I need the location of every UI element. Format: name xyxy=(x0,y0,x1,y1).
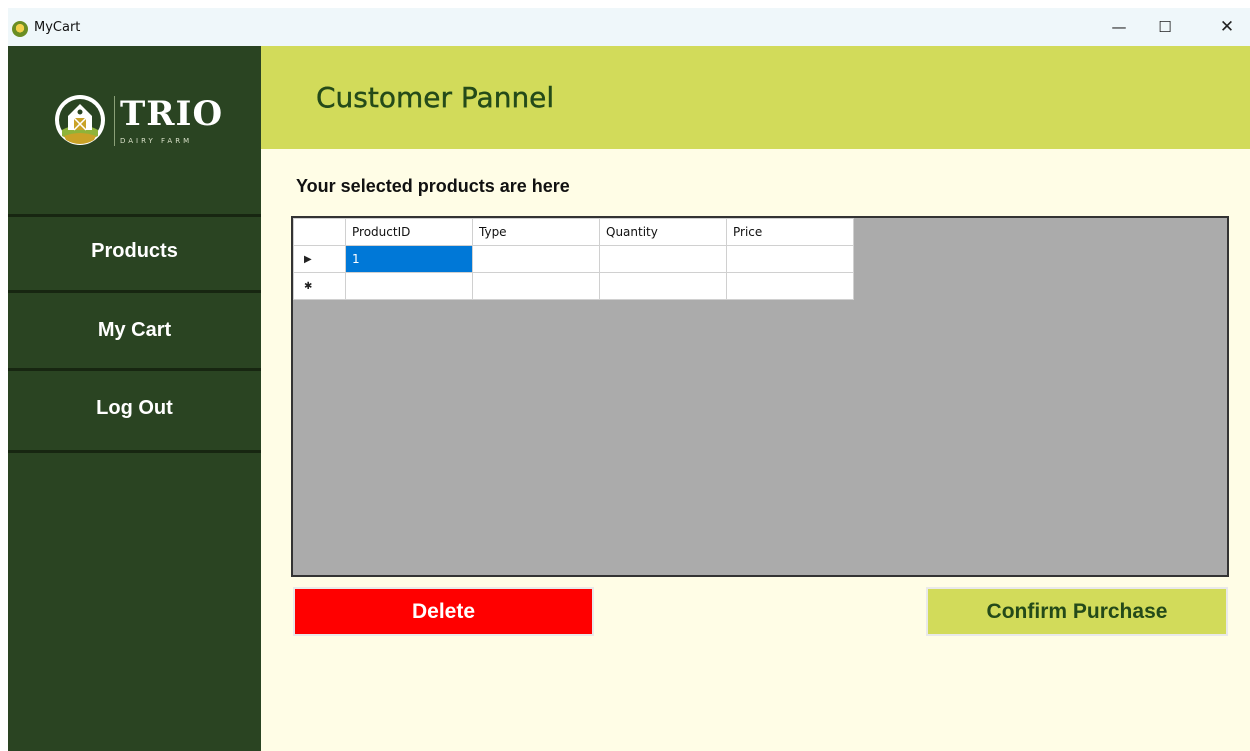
table-cell[interactable] xyxy=(726,272,854,300)
table-cell[interactable] xyxy=(726,245,854,273)
table-cell[interactable] xyxy=(472,245,600,273)
section-subtitle: Your selected products are here xyxy=(296,176,570,196)
sidebar: TRIO DAIRY FARM Products My Cart Log Out xyxy=(8,46,261,751)
cart-table: ProductID Type Quantity Price ▶ 1 ✱ xyxy=(293,218,854,300)
table-cell[interactable] xyxy=(599,272,727,300)
maximize-button[interactable]: ☐ xyxy=(1142,8,1188,46)
page-title: Customer Pannel xyxy=(316,81,555,114)
logo-divider xyxy=(114,96,115,146)
table-cell[interactable]: 1 xyxy=(345,245,473,273)
confirm-purchase-button[interactable]: Confirm Purchase xyxy=(926,587,1228,636)
table-cell[interactable] xyxy=(472,272,600,300)
table-cell[interactable] xyxy=(599,245,727,273)
table-header-row: ProductID Type Quantity Price xyxy=(293,218,854,246)
table-new-row[interactable]: ✱ xyxy=(293,272,854,300)
header-banner: Customer Pannel xyxy=(261,46,1250,149)
cart-data-grid[interactable]: ProductID Type Quantity Price ▶ 1 ✱ xyxy=(291,216,1229,577)
column-header-type[interactable]: Type xyxy=(472,218,600,246)
minimize-button[interactable]: — xyxy=(1096,8,1142,46)
column-header-productid[interactable]: ProductID xyxy=(345,218,473,246)
window-title: MyCart xyxy=(34,20,81,35)
delete-button[interactable]: Delete xyxy=(293,587,594,636)
grid-corner-cell[interactable] xyxy=(293,218,346,246)
nav-divider xyxy=(8,450,261,453)
table-cell[interactable] xyxy=(345,272,473,300)
table-row[interactable]: ▶ 1 xyxy=(293,245,854,273)
sidebar-item-my-cart[interactable]: My Cart xyxy=(8,292,261,368)
column-header-quantity[interactable]: Quantity xyxy=(599,218,727,246)
barn-logo-icon xyxy=(55,95,105,145)
title-bar[interactable]: MyCart — ☐ ✕ xyxy=(8,8,1250,46)
brand-name: TRIO xyxy=(120,94,224,134)
new-row-indicator[interactable]: ✱ xyxy=(293,272,346,300)
sidebar-item-products[interactable]: Products xyxy=(8,213,261,289)
brand-tagline: DAIRY FARM xyxy=(120,137,193,145)
app-icon xyxy=(12,21,28,37)
column-header-price[interactable]: Price xyxy=(726,218,854,246)
current-row-indicator[interactable]: ▶ xyxy=(293,245,346,273)
brand-logo: TRIO DAIRY FARM xyxy=(54,90,224,150)
close-button[interactable]: ✕ xyxy=(1204,8,1250,46)
sidebar-item-log-out[interactable]: Log Out xyxy=(8,370,261,446)
